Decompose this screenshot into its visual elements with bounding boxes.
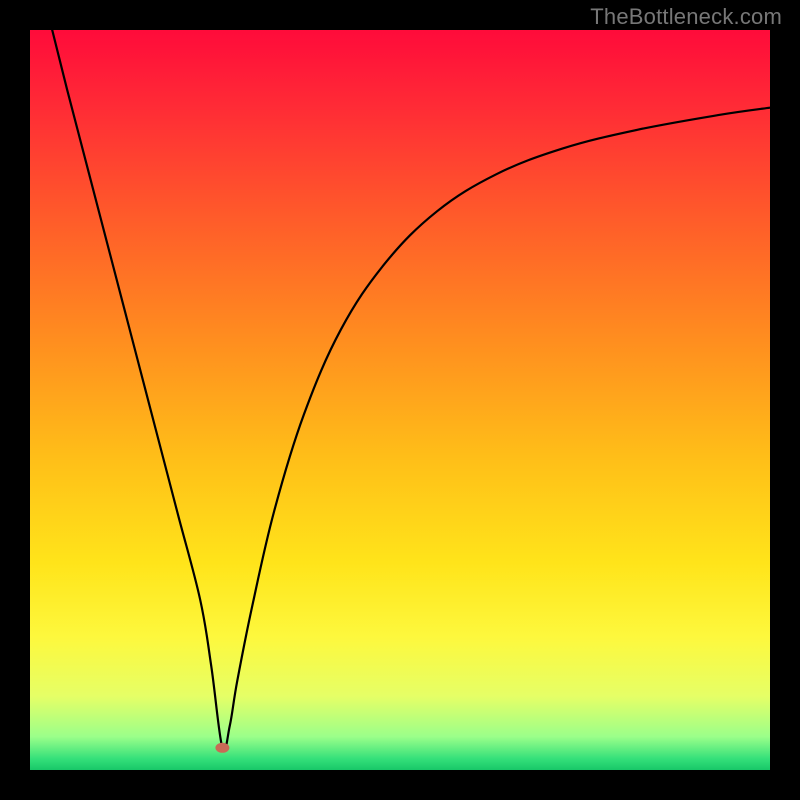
chart-frame: TheBottleneck.com xyxy=(0,0,800,800)
plot-area xyxy=(30,30,770,770)
minimum-marker xyxy=(215,743,229,753)
watermark-text: TheBottleneck.com xyxy=(590,4,782,30)
curve-layer xyxy=(30,30,770,770)
bottleneck-curve-path xyxy=(52,30,770,751)
